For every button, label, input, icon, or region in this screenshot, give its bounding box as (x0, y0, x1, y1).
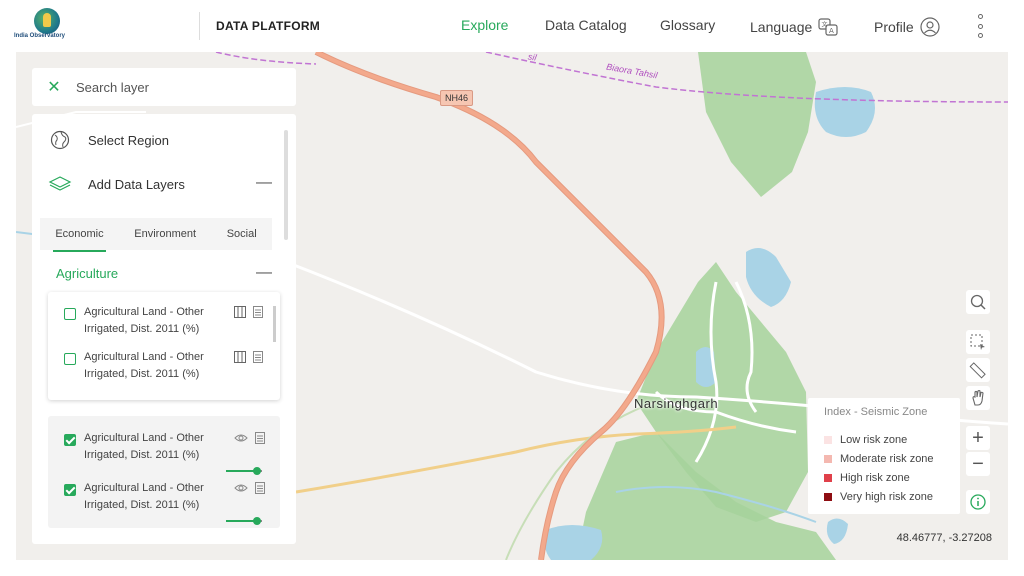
document-icon[interactable] (254, 432, 266, 444)
layer-checkbox[interactable] (64, 484, 76, 496)
card-scrollbar[interactable] (273, 306, 276, 342)
translate-icon: 文 A (818, 18, 838, 36)
pan-hand-icon[interactable] (966, 386, 990, 410)
place-label: Narsinghgarh (634, 396, 719, 411)
layers-icon (48, 172, 72, 196)
layer-search-box: ✕ (32, 68, 296, 106)
layer-checkbox[interactable] (64, 308, 76, 320)
top-header: India Observatory DATA PLATFORM Explore … (0, 0, 1024, 52)
layer-tools (234, 432, 266, 444)
logo-text: India Observatory (14, 33, 66, 39)
seismic-zone-legend: Index - Seismic Zone Low risk zone Moder… (808, 398, 960, 514)
layer-label: Agricultural Land - Other Irrigated, Dis… (84, 306, 204, 335)
info-icon[interactable] (966, 490, 990, 514)
section-title-agriculture[interactable]: Agriculture (56, 266, 118, 281)
tab-social[interactable]: Social (223, 218, 261, 250)
document-icon[interactable] (252, 306, 264, 318)
document-icon[interactable] (252, 351, 264, 363)
legend-label: Very high risk zone (840, 490, 933, 503)
layer-tools (234, 351, 264, 363)
globe-logo-icon (34, 8, 60, 34)
opacity-slider[interactable] (226, 517, 262, 525)
user-icon (920, 17, 940, 37)
selected-layers-card: Agricultural Land - Other Irrigated, Dis… (48, 416, 280, 528)
legend-label: Moderate risk zone (840, 452, 934, 465)
highway-shield: NH46 (440, 90, 474, 106)
tab-economic[interactable]: Economic (51, 218, 107, 252)
compare-columns-icon[interactable] (234, 351, 246, 363)
close-icon[interactable]: ✕ (32, 77, 76, 97)
layer-label: Agricultural Land - Other Irrigated, Dis… (84, 351, 204, 380)
available-layers-card: Agricultural Land - Other Irrigated, Dis… (48, 292, 280, 400)
tab-environment[interactable]: Environment (130, 218, 200, 250)
nav-profile[interactable]: Profile (874, 17, 940, 37)
compare-columns-icon[interactable] (234, 306, 246, 318)
eye-icon[interactable] (234, 482, 248, 494)
ruler-icon[interactable] (966, 358, 990, 382)
nav-language-label: Language (750, 19, 813, 35)
add-data-layers-label: Add Data Layers (88, 176, 185, 192)
india-observatory-logo[interactable]: India Observatory (14, 8, 68, 44)
legend-swatch (824, 473, 832, 482)
layer-tools (234, 306, 264, 318)
layer-checkbox[interactable] (64, 434, 76, 446)
select-region-label: Select Region (88, 132, 169, 148)
select-region-row[interactable]: Select Region (48, 128, 169, 152)
zoom-out-icon[interactable]: − (966, 452, 990, 476)
layer-label: Agricultural Land - Other Irrigated, Dis… (84, 482, 204, 511)
collapse-layers-icon[interactable]: — (256, 174, 272, 192)
legend-title: Index - Seismic Zone (824, 406, 928, 418)
nav-glossary[interactable]: Glossary (660, 17, 715, 33)
more-menu-icon[interactable] (976, 14, 984, 38)
nav-explore[interactable]: Explore (461, 17, 508, 33)
zoom-area-icon[interactable] (966, 290, 990, 314)
nav-language[interactable]: Language 文 A (750, 17, 838, 37)
category-tabs: Economic Environment Social (40, 218, 272, 252)
document-icon[interactable] (254, 482, 266, 494)
platform-title: DATA PLATFORM (216, 19, 321, 33)
layer-label: Agricultural Land - Other Irrigated, Dis… (84, 432, 204, 461)
legend-item: Low risk zone (824, 430, 944, 449)
zoom-in-icon[interactable]: + (966, 426, 990, 450)
eye-icon[interactable] (234, 432, 248, 444)
legend-item: High risk zone (824, 468, 944, 487)
tahsil-label: sil (527, 52, 538, 63)
svg-text:文: 文 (822, 21, 828, 29)
nav-profile-label: Profile (874, 19, 914, 35)
legend-label: High risk zone (840, 471, 910, 484)
nav-data-catalog[interactable]: Data Catalog (545, 17, 627, 33)
globe-icon (48, 128, 72, 152)
search-layer-input[interactable] (76, 79, 276, 95)
legend-swatch (824, 454, 832, 463)
collapse-agriculture-icon[interactable]: — (256, 264, 272, 282)
opacity-slider[interactable] (226, 467, 262, 475)
legend-label: Low risk zone (840, 433, 908, 446)
layer-tools (234, 482, 266, 494)
legend-item: Moderate risk zone (824, 449, 944, 468)
header-divider (199, 12, 200, 40)
layer-checkbox[interactable] (64, 353, 76, 365)
legend-swatch (824, 492, 832, 501)
layer-panel: Select Region Add Data Layers — Economic… (32, 114, 296, 544)
select-area-icon[interactable] (966, 330, 990, 354)
cursor-coordinates: 48.46777, -3.27208 (896, 532, 992, 544)
legend-item: Very high risk zone (824, 487, 944, 506)
svg-text:A: A (829, 27, 834, 35)
legend-swatch (824, 435, 832, 444)
